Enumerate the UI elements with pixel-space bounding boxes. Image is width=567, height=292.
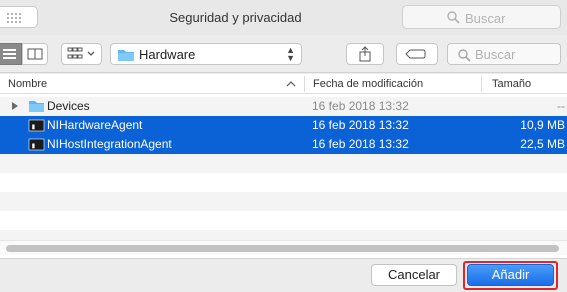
sort-ascending-icon: [286, 81, 296, 87]
file-date: 16 feb 2018 13:32: [312, 99, 409, 113]
svg-text:▮: ▮: [31, 123, 36, 132]
column-size-header[interactable]: Tamaño: [492, 78, 531, 90]
group-by-button[interactable]: [61, 43, 102, 65]
search-placeholder: Buscar: [465, 11, 506, 26]
horizontal-scrollbar[interactable]: [0, 240, 567, 255]
search-field[interactable]: Buscar: [447, 43, 561, 65]
empty-row: [0, 154, 567, 173]
executable-icon: ▮: [28, 138, 45, 151]
chevron-up-down-icon: ▲ ▼: [286, 45, 295, 63]
empty-row: [0, 192, 567, 211]
svg-text:▮: ▮: [31, 142, 36, 151]
title-bar: Seguridad y privacidad Buscar: [0, 0, 567, 35]
tag-button[interactable]: [396, 43, 438, 65]
list-view-button[interactable]: [0, 43, 22, 65]
list-view-icon: [3, 49, 16, 59]
file-size: --: [557, 99, 565, 113]
search-icon: [458, 49, 471, 62]
file-row[interactable]: ▮ NIHostIntegrationAgent 16 feb 2018 13:…: [0, 135, 567, 154]
column-separator[interactable]: [481, 76, 482, 92]
file-name: NIHostIntegrationAgent: [47, 137, 172, 151]
file-list: Nombre Fecha de modificación Tamaño Devi…: [0, 74, 567, 258]
file-row[interactable]: Devices 16 feb 2018 13:32 --: [0, 97, 567, 116]
column-separator[interactable]: [304, 76, 305, 92]
column-view-icon: [27, 48, 43, 60]
column-date-header[interactable]: Fecha de modificación: [313, 78, 423, 90]
file-size: 10,9 MB: [520, 118, 565, 132]
file-row[interactable]: ▮ NIHardwareAgent 16 feb 2018 13:32 10,9…: [0, 116, 567, 135]
disclosure-triangle-icon[interactable]: [11, 101, 19, 111]
folder-icon: [29, 101, 44, 112]
file-name: Devices: [47, 99, 90, 113]
executable-icon: ▮: [28, 119, 45, 132]
group-by-icon: [67, 47, 95, 59]
add-button[interactable]: Añadir: [467, 264, 554, 286]
dialog-footer: Cancelar Añadir: [0, 258, 567, 292]
file-date: 16 feb 2018 13:32: [312, 118, 409, 132]
column-view-button[interactable]: [22, 43, 48, 65]
share-button[interactable]: [346, 43, 384, 65]
cancel-button[interactable]: Cancelar: [371, 264, 457, 286]
location-popup[interactable]: Hardware ▲ ▼: [110, 43, 302, 65]
toolbar: Hardware ▲ ▼ Buscar: [0, 35, 567, 73]
folder-icon: [118, 50, 134, 61]
share-icon: [359, 46, 371, 62]
search-placeholder: Buscar: [475, 47, 516, 62]
tag-icon: [405, 49, 426, 59]
file-date: 16 feb 2018 13:32: [312, 137, 409, 151]
file-name: NIHardwareAgent: [47, 118, 143, 132]
search-icon: [447, 11, 460, 24]
column-name-header[interactable]: Nombre: [8, 78, 47, 90]
list-header: Nombre Fecha de modificación Tamaño: [0, 74, 567, 94]
window-search-field[interactable]: Buscar: [402, 5, 561, 29]
scrollbar-thumb[interactable]: [6, 245, 559, 252]
file-size: 22,5 MB: [520, 137, 565, 151]
location-label: Hardware: [139, 47, 196, 62]
